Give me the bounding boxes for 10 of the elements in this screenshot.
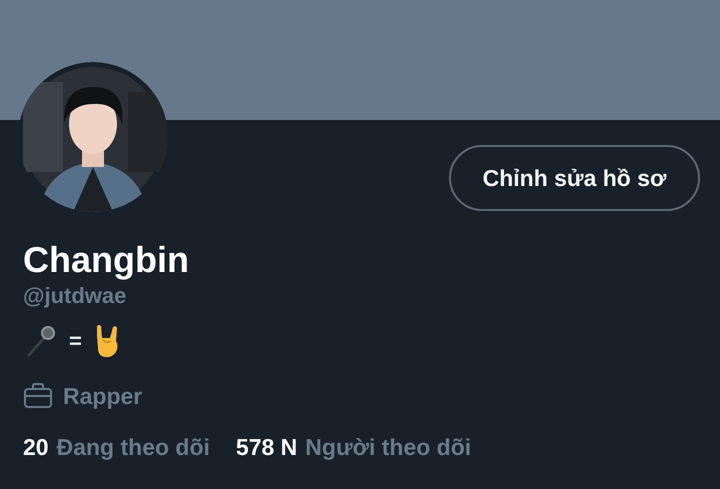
stat-count: 20 [23, 434, 49, 460]
profile-name: Changbin [23, 238, 189, 282]
bio-text: = [69, 328, 82, 354]
stat-count: 578 N [236, 434, 298, 460]
stat-label: Đang theo dõi [56, 434, 210, 460]
briefcase-icon [23, 383, 53, 409]
profile-handle: @jutdwae [23, 282, 126, 310]
edit-profile-button[interactable]: Chỉnh sửa hồ sơ [449, 145, 700, 211]
stat-label: Người theo dõi [305, 434, 472, 460]
profession-text: Rapper [63, 382, 142, 410]
